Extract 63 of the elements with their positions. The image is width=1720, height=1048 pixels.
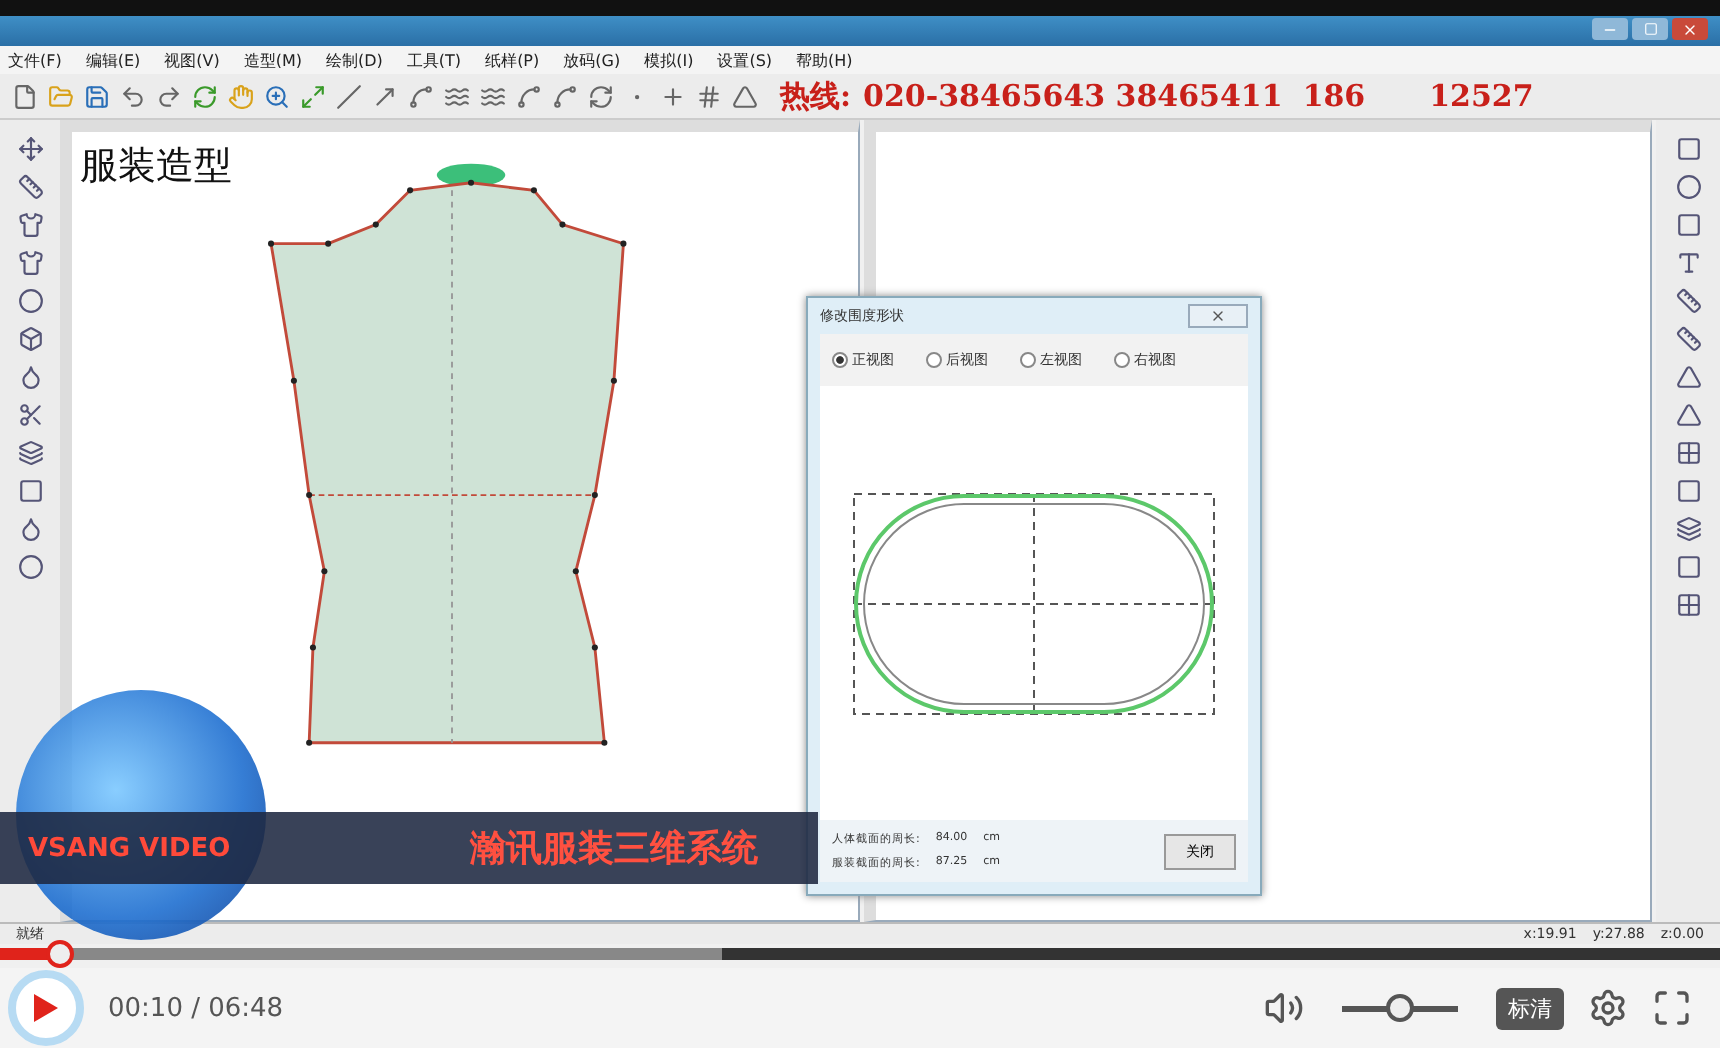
channel-logo: VSANG VIDEO <box>28 833 231 863</box>
scissors-icon[interactable] <box>14 398 46 430</box>
maximize-icon <box>1643 22 1657 36</box>
fit-icon[interactable] <box>296 80 328 112</box>
menu-item[interactable]: 放码(G) <box>563 49 621 71</box>
move-icon[interactable] <box>14 132 46 164</box>
triangle-icon[interactable] <box>1672 360 1704 392</box>
box-icon[interactable] <box>14 322 46 354</box>
quality-button[interactable]: 标清 <box>1496 987 1564 1029</box>
rotate-icon[interactable] <box>188 80 220 112</box>
volume-icon[interactable] <box>1264 988 1304 1028</box>
square-icon[interactable] <box>1672 474 1704 506</box>
shirt-icon[interactable] <box>14 246 46 278</box>
play-button[interactable] <box>8 970 84 1046</box>
square-icon[interactable] <box>1672 208 1704 240</box>
playback-time: 00:10 / 06:48 <box>108 993 286 1023</box>
menu-item[interactable]: 工具(T) <box>406 49 462 71</box>
banner-title: 瀚讯服装三维系统 <box>470 826 759 872</box>
layers-icon[interactable] <box>14 436 46 468</box>
triangle-icon[interactable] <box>1672 398 1704 430</box>
menu-item[interactable]: 造型(M) <box>243 49 303 71</box>
close-button[interactable] <box>1672 18 1708 40</box>
circle-icon[interactable] <box>14 284 46 316</box>
menu-item[interactable]: 帮助(H) <box>796 49 853 71</box>
seek-handle[interactable] <box>46 940 75 968</box>
line-icon[interactable] <box>332 80 364 112</box>
menu-item[interactable]: 绘制(D) <box>326 49 383 71</box>
volume-handle[interactable] <box>1386 994 1414 1022</box>
menu-item[interactable]: 设置(S) <box>717 49 773 71</box>
square-icon[interactable] <box>14 474 46 506</box>
save-icon[interactable] <box>80 80 112 112</box>
settings-icon[interactable] <box>1588 988 1628 1028</box>
hotline-number-start: 186 <box>1302 78 1366 114</box>
hotline-label: 热线: <box>780 77 852 115</box>
menu-item[interactable]: 纸样(P) <box>485 49 540 71</box>
hotline-number-end: 12527 <box>1429 78 1534 114</box>
circle-icon[interactable] <box>14 550 46 582</box>
zoom-icon[interactable] <box>260 80 292 112</box>
curve-icon[interactable] <box>512 80 544 112</box>
layers-icon[interactable] <box>1672 512 1704 544</box>
grid-icon[interactable] <box>1672 436 1704 468</box>
canvas-title: 服装造型 <box>80 142 232 192</box>
grid-icon[interactable] <box>1672 588 1704 620</box>
ruler-icon[interactable] <box>1672 284 1704 316</box>
play-icon <box>32 992 60 1024</box>
ruler-icon[interactable] <box>14 170 46 202</box>
menu-item[interactable]: 模拟(I) <box>644 49 694 71</box>
menu-item[interactable]: 文件(F) <box>8 49 62 71</box>
menu-item[interactable]: 编辑(E) <box>85 49 141 71</box>
curve-icon[interactable] <box>404 80 436 112</box>
square-icon[interactable] <box>1672 132 1704 164</box>
fullscreen-icon[interactable] <box>1652 988 1692 1028</box>
hotline-numbers: 020-38465643 38465411 <box>863 78 1283 114</box>
shirt-icon[interactable] <box>14 208 46 240</box>
square-icon[interactable] <box>1672 550 1704 582</box>
curve-icon[interactable] <box>548 80 580 112</box>
close-icon <box>1682 21 1698 37</box>
circle-icon[interactable] <box>1672 170 1704 202</box>
triangle-icon[interactable] <box>728 80 760 112</box>
ruler-icon[interactable] <box>1672 322 1704 354</box>
rotate-icon[interactable] <box>584 80 616 112</box>
close-icon <box>1210 308 1226 324</box>
menu-item[interactable]: 视图(V) <box>164 49 220 71</box>
